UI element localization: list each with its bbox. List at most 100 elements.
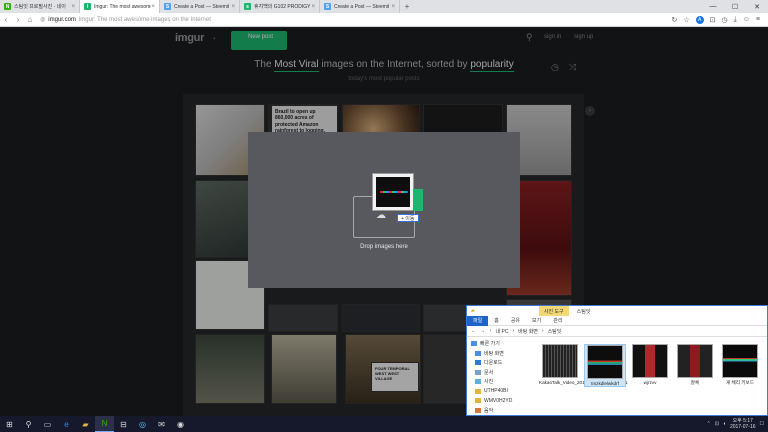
nav-pane-item[interactable]: WMV0H2YD	[467, 396, 535, 406]
browser-tab[interactable]: S Create a Post — Steemit ×	[320, 0, 400, 13]
tab-close-icon[interactable]: ×	[231, 4, 235, 10]
file-thumbnail	[542, 344, 578, 378]
forward-arrow-icon[interactable]: →	[480, 328, 485, 334]
file-explorer-window: ▰ 사진 도구 스팀잇 파일 홈 공유 보기 관리 ← → ↑ 내 PC › 바…	[466, 305, 768, 416]
ribbon-tab-file[interactable]: 파일	[467, 315, 489, 326]
settings-icon[interactable]: ☺	[743, 16, 750, 24]
window-controls: — ☐ ✕	[702, 0, 768, 13]
explorer-address-bar[interactable]: ← → ↑ 내 PC › 바탕 화면 › 스팀잇	[467, 326, 767, 337]
up-arrow-icon[interactable]: ↑	[489, 328, 492, 334]
picture-tools-tab[interactable]: 사진 도구	[538, 306, 569, 316]
breadcrumb-folder[interactable]: 스팀잇	[548, 328, 562, 335]
ribbon-tab-home[interactable]: 홈	[488, 316, 505, 326]
ribbon-tab-manage[interactable]: 관리	[547, 316, 568, 326]
address-bar: ‹ › ⌂ ◍ imgur.com imgur: The most awesom…	[0, 13, 768, 27]
close-window-button[interactable]: ✕	[746, 0, 768, 13]
tab-label: Create a Post — Steemit	[334, 3, 390, 10]
folder-icon	[475, 388, 481, 394]
upload-cloud-icon: ☁	[376, 210, 386, 221]
network-icon[interactable]: ⊡	[715, 421, 719, 427]
file-thumbnail	[587, 345, 623, 379]
drop-images-label: Drop images here	[360, 244, 408, 250]
nav-pane-item[interactable]: 문서	[467, 368, 535, 378]
search-icon[interactable]: ⚲	[19, 416, 38, 432]
folder-icon	[475, 407, 481, 413]
breadcrumb-pc[interactable]: 내 PC	[496, 328, 509, 335]
breadcrumb-separator-icon: ›	[541, 328, 544, 334]
file-name: wjrzvv	[643, 380, 657, 385]
browser-tab[interactable]: s 휴지백의 G102 PRODIGY ×	[240, 0, 320, 13]
edge-browser-icon[interactable]: e	[57, 416, 76, 432]
breadcrumb-desktop[interactable]: 바탕 화면	[518, 328, 538, 335]
explorer-titlebar: ▰ 사진 도구 스팀잇	[467, 306, 767, 316]
start-windows-icon[interactable]: ⊞	[0, 416, 19, 432]
folder-icon	[471, 341, 477, 347]
browser-tab[interactable]: S Create a Post — Steemit ×	[160, 0, 240, 13]
task-view-icon[interactable]: ▭	[38, 416, 57, 432]
mail-icon[interactable]: ✉	[152, 416, 171, 432]
tab-close-icon[interactable]: ×	[311, 4, 315, 10]
maximize-button[interactable]: ☐	[724, 0, 746, 13]
tab-label: 휴지백의 G102 PRODIGY	[254, 4, 311, 10]
url-page-title: imgur: The most awesome images on the In…	[78, 16, 211, 23]
tab-close-icon[interactable]: ×	[391, 4, 395, 10]
nav-pane-label: 바탕 화면	[484, 350, 504, 357]
tab-favicon-icon: S	[324, 3, 331, 10]
menu-icon[interactable]: ≡	[756, 16, 760, 24]
nav-pane-label: 사진	[484, 379, 494, 386]
volume-icon[interactable]: ◖	[723, 421, 726, 427]
browser-toolbar: ↻ ☆ A ⊡ ◷ ⤓ ☺ ≡	[672, 15, 768, 24]
file-item[interactable]: tmzkdlelwkdrf	[584, 344, 626, 388]
browser-tab[interactable]: N 스팀잇 프로필사진 · 네이 ×	[0, 0, 80, 13]
back-arrow-icon[interactable]: ←	[471, 328, 476, 334]
file-thumbnail	[722, 344, 758, 378]
store-icon[interactable]: ⊟	[114, 416, 133, 432]
file-name: KakaoTalk_Video_20170715_1858_48_711	[539, 380, 628, 385]
file-item[interactable]: 게 체리 키보드	[719, 344, 761, 385]
forward-button[interactable]: ›	[12, 15, 24, 24]
tab-list: N 스팀잇 프로필사진 · 네이 × I Imgur: The most awesome…	[0, 0, 400, 13]
folder-icon	[475, 369, 481, 375]
file-explorer-icon[interactable]: ▰	[76, 416, 95, 432]
capture-icon[interactable]: ⊡	[710, 16, 716, 24]
xbox-icon[interactable]: ◉	[171, 416, 190, 432]
nav-pane-item[interactable]: 빠른 가기	[467, 339, 535, 349]
new-tab-button[interactable]: +	[400, 0, 414, 13]
url-field[interactable]: ◍ imgur.com imgur: The most awesome imag…	[40, 16, 211, 24]
nav-pane-item[interactable]: 다운로드	[467, 358, 535, 368]
nav-pane-item[interactable]: UTHP40BI	[467, 387, 535, 397]
tab-label: Create a Post — Steemit	[174, 3, 230, 10]
folder-icon	[475, 350, 481, 356]
naver-whale-icon[interactable]: N	[95, 416, 114, 432]
browser-tab[interactable]: I Imgur: The most awesome ×	[80, 0, 160, 13]
history-icon[interactable]: ◷	[722, 16, 728, 24]
reload-icon[interactable]: ↻	[672, 16, 678, 24]
tab-close-icon[interactable]: ×	[151, 4, 155, 10]
nav-pane-item[interactable]: 바탕 화면	[467, 349, 535, 359]
explorer-ribbon: 파일 홈 공유 보기 관리	[467, 315, 767, 326]
ribbon-tab-view[interactable]: 보기	[526, 316, 547, 326]
download-icon[interactable]: ⤓	[734, 16, 737, 24]
nav-pane-label: 음악	[484, 407, 494, 414]
minimize-button[interactable]: —	[702, 0, 724, 13]
url-host: imgur.com	[48, 16, 76, 23]
file-item[interactable]: KakaoTalk_Video_20170715_1858_48_711	[539, 344, 628, 385]
file-thumbnail	[632, 344, 668, 378]
file-item[interactable]: 잘록	[674, 344, 716, 385]
back-button[interactable]: ‹	[0, 15, 12, 24]
nav-pane-item[interactable]: 사진	[467, 377, 535, 387]
nav-pane-label: 다운로드	[484, 360, 503, 367]
app-icon[interactable]: ◎	[133, 416, 152, 432]
tray-chevron-icon[interactable]: ⌃	[707, 421, 711, 427]
notifications-icon[interactable]: ☐	[760, 421, 764, 427]
nav-pane-label: 문서	[484, 369, 494, 376]
nav-pane-item[interactable]: 음악	[467, 406, 535, 416]
file-item[interactable]: wjrzvv	[629, 344, 671, 385]
bookmark-star-icon[interactable]: ☆	[683, 16, 689, 24]
taskbar-clock[interactable]: 오후 5:17 2017-07-16	[730, 418, 756, 430]
globe-icon: ◍	[40, 17, 46, 23]
tab-close-icon[interactable]: ×	[71, 4, 75, 10]
profile-avatar[interactable]: A	[695, 15, 704, 24]
ribbon-tab-share[interactable]: 공유	[505, 316, 526, 326]
home-button[interactable]: ⌂	[24, 15, 36, 24]
